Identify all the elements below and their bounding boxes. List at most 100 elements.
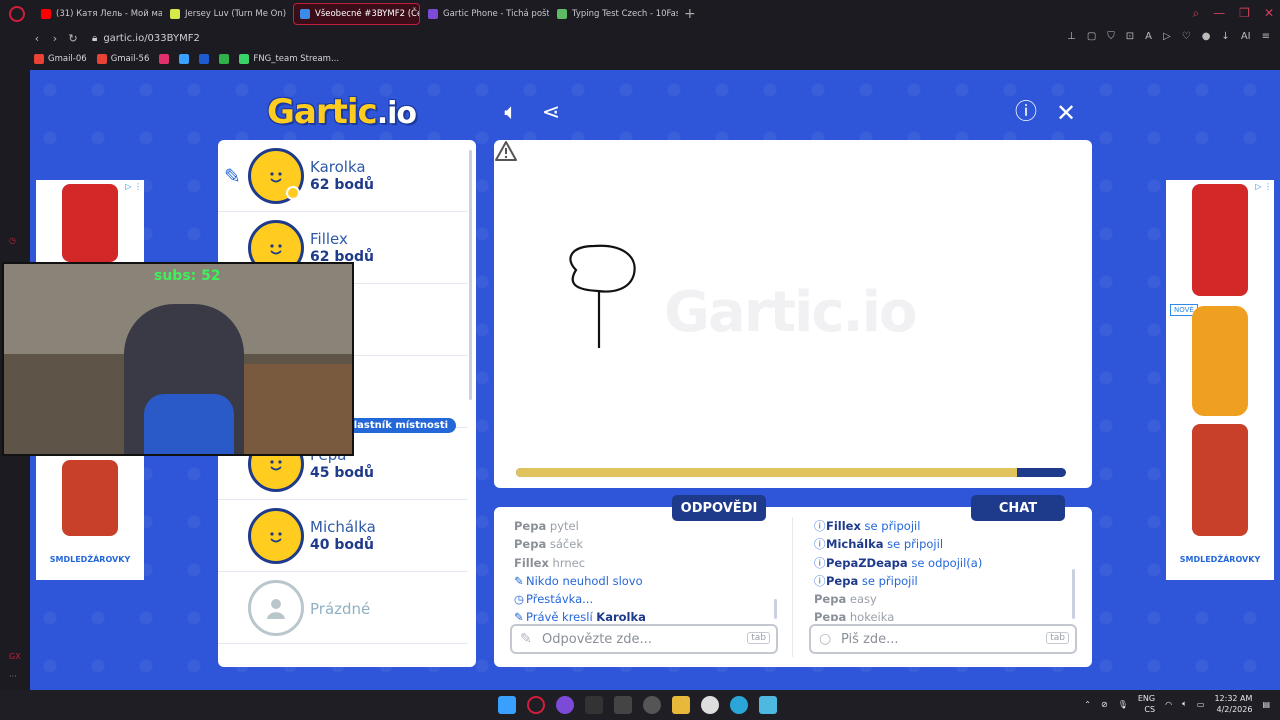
log-line-icon: ◷ (514, 592, 525, 607)
bookmark-item[interactable] (179, 54, 190, 64)
opera-menu-icon[interactable] (9, 6, 25, 22)
snapshot-icon[interactable]: ▢ (1087, 31, 1096, 42)
tray-chevron-icon[interactable]: ⌃ (1084, 700, 1091, 709)
browser-tab[interactable]: Jersey Luv (Turn Me On) (164, 3, 291, 25)
browser-tab[interactable]: Všeobecné #3BYMF2 (Če (293, 3, 420, 25)
player-row[interactable]: ✎ Karolka 62 bodů (218, 140, 468, 212)
forward-button[interactable]: › (46, 32, 64, 45)
answers-scrollbar[interactable] (774, 599, 777, 619)
log-line-text: easy (846, 592, 877, 607)
log-line: Pepa sáček (514, 535, 774, 553)
obs-taskbar-icon[interactable] (701, 696, 719, 714)
notification-icon[interactable]: ▤ (1262, 700, 1270, 709)
network-off-icon[interactable]: ⊘ (1101, 700, 1108, 709)
wifi-icon[interactable]: ◠ (1165, 700, 1172, 709)
log-line-text: sáček (546, 537, 583, 552)
ad-brand-right: SMDLEDŽÁROVKY (1179, 555, 1261, 564)
bookmarks-bar: Gmail-06 Gmail-56 FNG_team Stream... (0, 48, 1280, 70)
opera-gx-taskbar-icon[interactable] (527, 696, 545, 714)
epic-games-taskbar-icon[interactable] (614, 696, 632, 714)
reload-button[interactable]: ↻ (64, 32, 82, 45)
share-icon[interactable]: ⋖ (538, 100, 564, 126)
drawing-board[interactable]: Gartic.io (494, 140, 1092, 488)
app-taskbar-icon[interactable] (585, 696, 603, 714)
volume-icon[interactable]: 🔈︎ (1182, 699, 1187, 709)
ai-icon[interactable]: AI (1241, 31, 1251, 42)
back-button[interactable]: ‹ (28, 32, 46, 45)
close-icon[interactable]: ✕ (1053, 100, 1079, 126)
steam-taskbar-icon[interactable] (643, 696, 661, 714)
tab-label: Gartic Phone - Tichá pošt (443, 9, 549, 19)
player-row[interactable]: Michálka 40 bodů (218, 500, 468, 572)
pin-icon[interactable]: ⊥ (1067, 31, 1076, 42)
log-line-text: se připojil (883, 537, 944, 552)
address-bar: ‹ › ↻ 🔒︎ gartic.io/033BYMF2 ⊥ ▢ ⛉ ⊡ A ▷ ♡… (0, 28, 1280, 48)
bookmark-item[interactable] (219, 54, 230, 64)
edge-taskbar-icon[interactable] (730, 696, 748, 714)
player-name: Prázdné (310, 600, 371, 618)
player-row[interactable]: Prázdné (218, 572, 468, 644)
minimize-button[interactable]: — (1213, 6, 1225, 21)
players-scrollbar[interactable] (469, 150, 472, 400)
drawing-canvas[interactable] (494, 140, 1092, 488)
player-name: Fillex (310, 230, 348, 248)
start-icon[interactable] (498, 696, 516, 714)
log-line: ⓘPepaZDeapa se odpojil(a) (814, 554, 1074, 572)
bookmark-item[interactable]: Gmail-56 (96, 54, 150, 64)
bookmark-item[interactable]: Gmail-06 (34, 54, 87, 64)
bookmark-icon (96, 54, 107, 64)
close-window-button[interactable]: ✕ (1264, 6, 1274, 21)
browser-tab[interactable]: Typing Test Czech - 10Fas (551, 3, 678, 25)
bookmark-icon (159, 54, 170, 64)
search-icon[interactable]: ⌕ (1192, 6, 1199, 21)
mic-icon[interactable]: 🎙︎ (1118, 700, 1128, 709)
player-name: Michálka (310, 518, 376, 536)
translate-icon[interactable]: A (1145, 31, 1152, 42)
maximize-button[interactable]: ❐ (1239, 6, 1250, 21)
answer-input[interactable]: ✎ Odpovězte zde... tab (510, 624, 778, 654)
tab-label: Jersey Luv (Turn Me On) (185, 9, 287, 19)
shield-icon[interactable]: ⛉ (1107, 31, 1115, 42)
language-indicator[interactable]: ENG CS (1138, 693, 1155, 715)
bookmark-icon (34, 54, 44, 64)
bookmark-item[interactable]: FNG_team Stream... (239, 54, 339, 64)
bookmark-item[interactable] (199, 54, 210, 64)
webcam-shirt (144, 394, 234, 454)
gartic-logo[interactable]: Gartic.io (267, 92, 417, 132)
battery-icon[interactable]: ▭ (1197, 700, 1205, 709)
bookmark-label: Gmail-06 (48, 54, 87, 64)
sidebar-history-icon[interactable]: ◷ (9, 236, 16, 245)
ad-choices-icon[interactable]: ▷ ⋮ (1255, 182, 1272, 191)
info-icon[interactable]: ⓘ (1013, 100, 1039, 126)
sidebar-gx-icon[interactable]: GX (9, 652, 21, 661)
sidebar-more-icon[interactable]: ··· (9, 672, 17, 681)
heart-icon[interactable]: ♡ (1182, 31, 1191, 42)
new-tab-button[interactable]: + (684, 6, 696, 22)
account-icon[interactable]: ● (1202, 31, 1211, 42)
chat-input[interactable]: ○ Piš zde... tab (809, 624, 1077, 654)
vpn-icon[interactable]: ⊡ (1126, 31, 1134, 42)
log-line-user: Fillex (514, 555, 549, 570)
log-line-text: Přestávka... (526, 592, 594, 607)
play-icon[interactable]: ▷ (1163, 31, 1171, 42)
menu-icon[interactable]: ≡ (1262, 31, 1270, 42)
bookmark-label: Gmail-56 (110, 54, 150, 64)
file-explorer-icon[interactable] (672, 696, 690, 714)
report-warning-icon[interactable] (494, 140, 518, 162)
browser-tab[interactable]: Gartic Phone - Tichá pošt (422, 3, 549, 25)
app-taskbar-icon-2[interactable] (759, 696, 777, 714)
url-field[interactable]: 🔒︎ gartic.io/033BYMF2 (92, 33, 200, 44)
ad-choices-icon[interactable]: ▷ ⋮ (125, 182, 142, 191)
log-line-text: pytel (546, 519, 579, 533)
download-icon[interactable]: ↓ (1221, 31, 1229, 42)
discord-taskbar-icon[interactable] (556, 696, 574, 714)
log-line: ⓘMichálka se připojil (814, 535, 1074, 553)
clock[interactable]: 12:32 AM 4/2/2026 (1214, 693, 1252, 715)
bookmark-item[interactable] (159, 54, 170, 64)
log-line: ⓘFillex se připojil (814, 517, 1074, 535)
answer-tab-hint: tab (747, 632, 770, 644)
ad-right[interactable]: ▷ ⋮ NOVÉ SMDLEDŽÁROVKY (1166, 180, 1274, 580)
sound-icon[interactable]: 🔈︎ (498, 100, 524, 126)
chat-scrollbar[interactable] (1072, 569, 1075, 619)
browser-tab[interactable]: (31) Катя Лель - Мой мар (35, 3, 162, 25)
